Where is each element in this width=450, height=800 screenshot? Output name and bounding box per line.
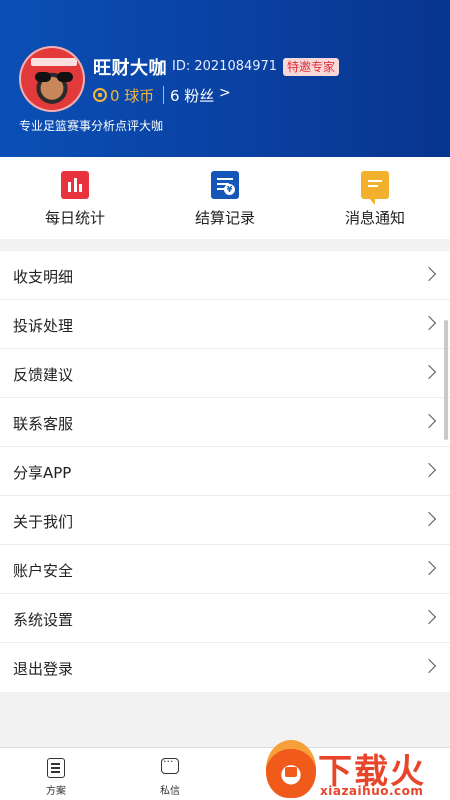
nav-tab-label: 私信 bbox=[160, 786, 180, 797]
chevron-right-icon bbox=[421, 462, 437, 478]
menu-item-label: 反馈建议 bbox=[13, 366, 74, 384]
shortcut-daily-stats[interactable]: 每日统计 bbox=[0, 157, 150, 239]
chevron-right-icon bbox=[421, 658, 437, 674]
menu-item-label: 收支明细 bbox=[13, 268, 74, 286]
scrollbar[interactable] bbox=[444, 320, 448, 440]
menu-item-system-settings[interactable]: 系统设置 bbox=[0, 594, 450, 643]
chevron-right-icon bbox=[421, 315, 437, 331]
shortcut-label: 消息通知 bbox=[344, 209, 405, 227]
chevron-right-icon bbox=[421, 364, 437, 380]
coin-icon bbox=[93, 88, 107, 102]
menu-item-feedback[interactable]: 反馈建议 bbox=[0, 349, 450, 398]
user-name: 旺财大咖 bbox=[93, 58, 167, 79]
document-icon bbox=[47, 758, 65, 778]
fans-count[interactable]: 6 粉丝 bbox=[170, 85, 214, 106]
chevron-right-icon bbox=[421, 413, 437, 429]
chevron-right-icon[interactable]: > bbox=[219, 85, 231, 101]
expert-badge: 特邀专家 bbox=[283, 58, 340, 76]
shortcut-settlement-records[interactable]: ¥ 结算记录 bbox=[150, 157, 300, 239]
chevron-right-icon bbox=[421, 609, 437, 625]
avatar[interactable] bbox=[19, 46, 85, 112]
menu-item-label: 投诉处理 bbox=[13, 317, 74, 335]
nav-tab-messages[interactable]: 私信 bbox=[114, 748, 226, 800]
shortcut-message-notifications[interactable]: 消息通知 bbox=[300, 157, 450, 239]
shortcut-label: 结算记录 bbox=[194, 209, 255, 227]
shortcut-bar: 每日统计 ¥ 结算记录 消息通知 bbox=[0, 157, 450, 239]
menu-item-complaints[interactable]: 投诉处理 bbox=[0, 300, 450, 349]
menu-item-account-security[interactable]: 账户安全 bbox=[0, 545, 450, 594]
nav-tab-label: 方案 bbox=[46, 786, 66, 797]
user-bio: 专业足篮赛事分析点评大咖 bbox=[19, 119, 164, 133]
menu-item-logout[interactable]: 退出登录 bbox=[0, 643, 450, 692]
menu-item-about-us[interactable]: 关于我们 bbox=[0, 496, 450, 545]
menu-item-income-expense[interactable]: 收支明细 bbox=[0, 251, 450, 300]
shortcut-label: 每日统计 bbox=[44, 209, 105, 227]
chevron-right-icon bbox=[421, 266, 437, 282]
menu-item-label: 联系客服 bbox=[13, 415, 74, 433]
menu-item-label: 账户安全 bbox=[13, 562, 74, 580]
coin-balance[interactable]: 0 球币 bbox=[110, 85, 154, 106]
chevron-right-icon bbox=[421, 511, 437, 527]
chat-icon bbox=[161, 755, 179, 774]
profile-header: 旺财大咖 ID: 2021084971 特邀专家 0 球币 6 粉丝 > 专业足… bbox=[0, 0, 450, 157]
nav-tab-plans[interactable]: 方案 bbox=[0, 748, 112, 800]
message-notification-icon bbox=[361, 171, 389, 205]
settlement-record-icon: ¥ bbox=[211, 171, 239, 199]
chevron-right-icon bbox=[421, 560, 437, 576]
flame-logo-icon bbox=[266, 740, 316, 798]
settings-menu: 收支明细 投诉处理 反馈建议 联系客服 分享APP 关于我们 账户安全 系统设置… bbox=[0, 251, 450, 692]
menu-item-customer-service[interactable]: 联系客服 bbox=[0, 398, 450, 447]
menu-item-label: 分享APP bbox=[13, 464, 72, 482]
watermark-logo: 下载火 xiazaihuo.com bbox=[266, 740, 450, 800]
menu-item-label: 系统设置 bbox=[13, 611, 74, 629]
bar-chart-icon bbox=[61, 171, 89, 199]
menu-item-label: 退出登录 bbox=[13, 660, 74, 678]
menu-item-label: 关于我们 bbox=[13, 513, 74, 531]
user-id: ID: 2021084971 bbox=[172, 59, 278, 74]
watermark-url: xiazaihuo.com bbox=[320, 784, 424, 798]
menu-item-share-app[interactable]: 分享APP bbox=[0, 447, 450, 496]
stat-divider bbox=[163, 86, 164, 104]
